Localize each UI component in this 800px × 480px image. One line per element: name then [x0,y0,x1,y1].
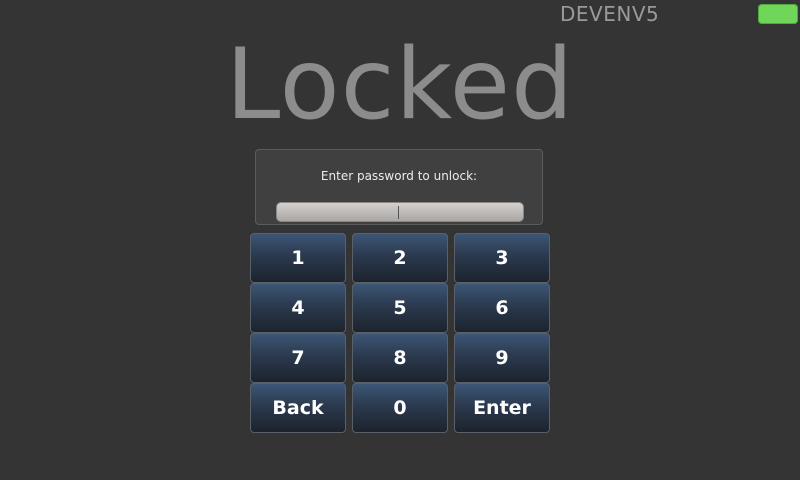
key-9-button[interactable]: 9 [454,333,550,383]
status-indicator-icon [758,4,798,24]
key-4-button[interactable]: 4 [250,283,346,333]
key-5-button[interactable]: 5 [352,283,448,333]
key-3-button[interactable]: 3 [454,233,550,283]
text-caret-icon [398,206,399,219]
password-panel: Enter password to unlock: [255,149,543,225]
numeric-keypad: 1 2 3 4 5 6 7 8 9 Back 0 Enter [250,233,550,433]
key-6-button[interactable]: 6 [454,283,550,333]
enter-button[interactable]: Enter [454,383,550,433]
key-7-button[interactable]: 7 [250,333,346,383]
password-input[interactable] [276,202,524,222]
device-name-label: DEVENV5 [560,2,660,26]
password-prompt: Enter password to unlock: [320,169,478,183]
back-button[interactable]: Back [250,383,346,433]
lock-screen: DEVENV5 Locked Enter password to unlock:… [0,0,800,480]
page-title: Locked [225,28,575,142]
key-8-button[interactable]: 8 [352,333,448,383]
key-2-button[interactable]: 2 [352,233,448,283]
key-0-button[interactable]: 0 [352,383,448,433]
key-1-button[interactable]: 1 [250,233,346,283]
